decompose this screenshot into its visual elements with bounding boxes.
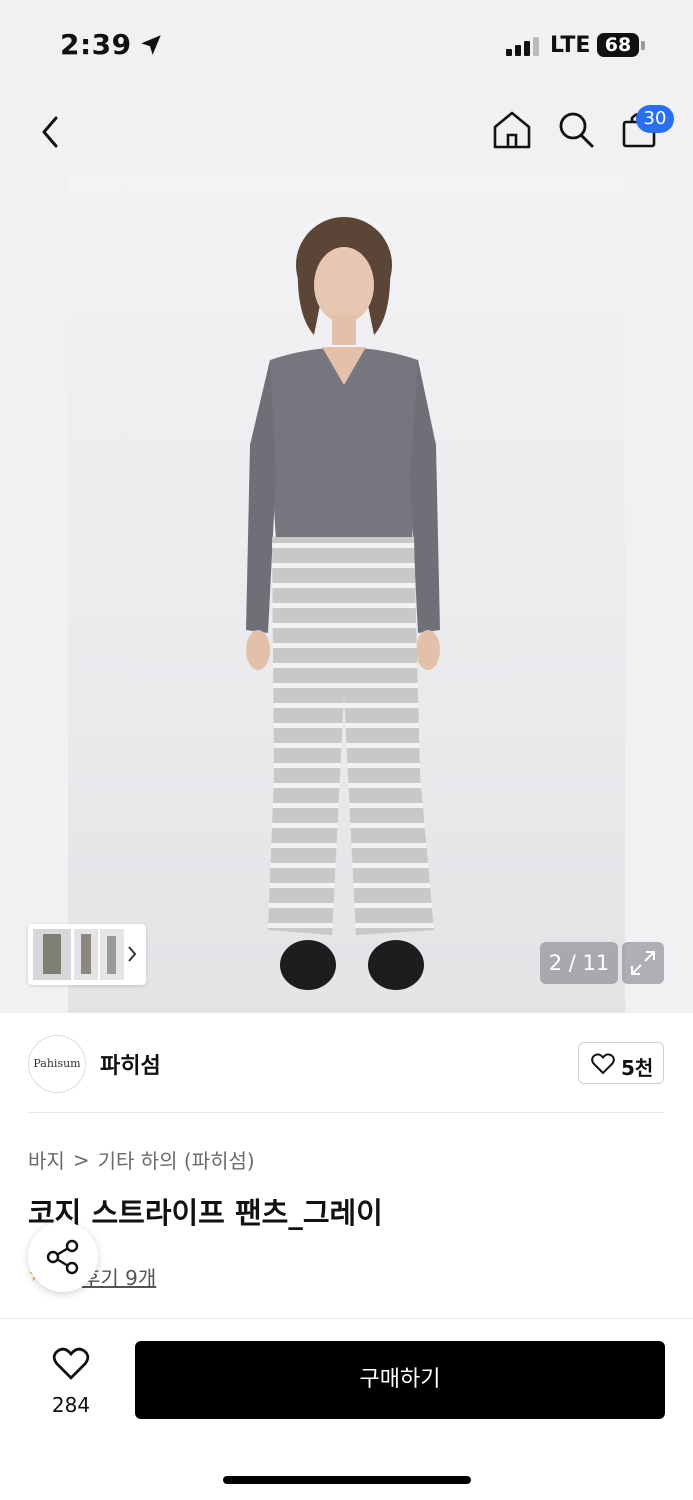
product-title: 코지 스트라이프 팬츠_그레이 <box>28 1196 383 1230</box>
brand-logo-text: Pahisum <box>33 1057 81 1070</box>
status-bar: 2:39 LTE 68 <box>0 0 693 90</box>
search-icon[interactable] <box>556 109 596 151</box>
location-arrow-icon <box>141 35 161 55</box>
breadcrumb: 바지 > 기타 하의 (파히섬) <box>28 1145 255 1174</box>
breadcrumb-category[interactable]: 바지 <box>28 1145 65 1174</box>
network-type: LTE <box>550 33 591 58</box>
status-time: 2:39 <box>60 28 132 61</box>
signal-icon <box>506 37 539 56</box>
expand-icon <box>631 951 655 975</box>
divider <box>28 1112 664 1113</box>
product-photo-model <box>246 217 440 990</box>
battery-icon: 68 <box>597 33 639 57</box>
brand-name[interactable]: 파히섬 <box>100 1048 161 1080</box>
thumbnail-images <box>33 929 137 980</box>
share-button[interactable] <box>28 1222 98 1292</box>
breadcrumb-subcategory[interactable]: 기타 하의 (파히섬) <box>98 1145 255 1174</box>
expand-image-button[interactable] <box>622 942 664 984</box>
cart-count-badge: 30 <box>636 105 674 133</box>
bottom-action-bar: 284 구매하기 <box>0 1318 693 1500</box>
heart-icon <box>591 1053 615 1075</box>
wishlist-button[interactable]: 284 <box>30 1345 112 1425</box>
battery-tip <box>641 41 645 50</box>
home-indicator <box>223 1476 471 1484</box>
top-navigation <box>0 90 693 175</box>
brand-like-count: 5천 <box>621 1056 654 1080</box>
thumbnail-strip[interactable] <box>28 924 146 985</box>
product-image-gallery[interactable] <box>0 175 693 1013</box>
share-icon <box>46 1239 79 1275</box>
brand-like-button[interactable]: 5천 <box>578 1042 664 1084</box>
breadcrumb-separator: > <box>72 1147 90 1172</box>
wishlist-count: 284 <box>51 1393 91 1417</box>
back-icon[interactable] <box>36 112 64 152</box>
heart-icon <box>52 1347 90 1380</box>
image-page-counter: 2 / 11 <box>540 942 618 984</box>
brand-row: Pahisum 파히섬 5천 <box>0 1013 693 1113</box>
brand-logo[interactable]: Pahisum <box>28 1035 86 1093</box>
home-icon[interactable] <box>492 109 532 151</box>
buy-button[interactable]: 구매하기 <box>135 1341 665 1419</box>
